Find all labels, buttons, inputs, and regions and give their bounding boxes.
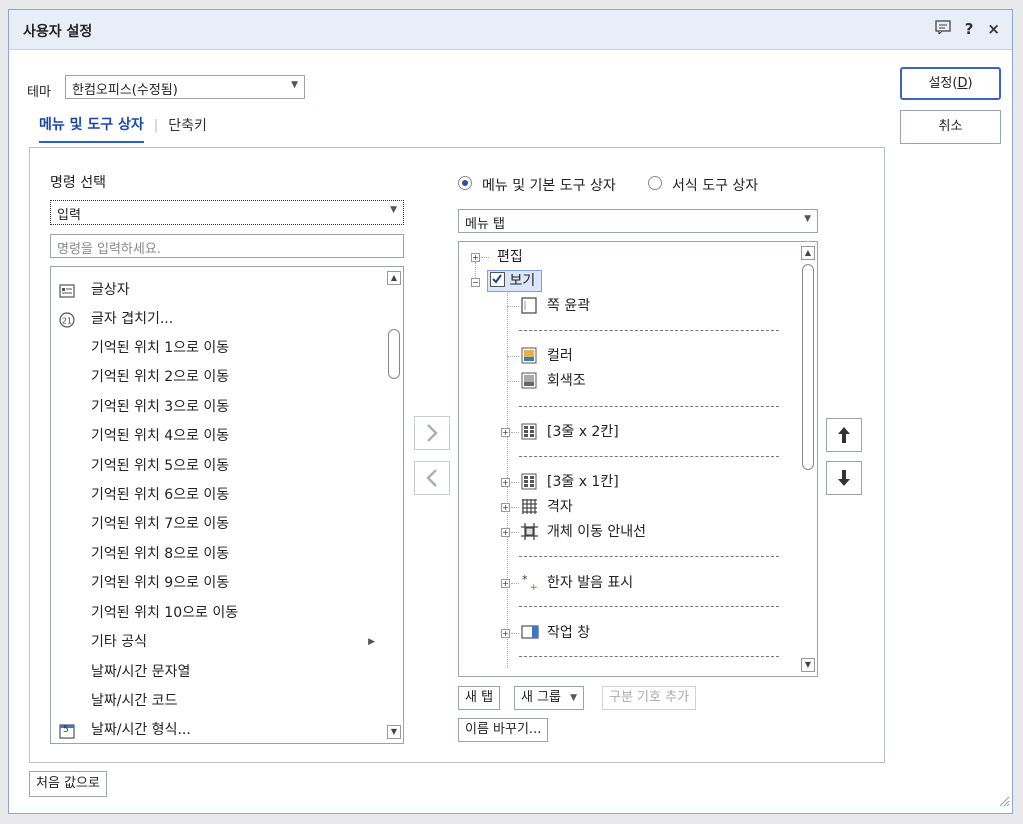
- radio-format-toolbox[interactable]: [648, 176, 662, 190]
- scroll-down-icon[interactable]: ▼: [387, 725, 401, 739]
- scroll-down-icon[interactable]: ▼: [801, 658, 815, 672]
- page-outline-icon: [521, 297, 537, 318]
- multi-page-icon: [521, 423, 537, 444]
- tree-separator: [519, 406, 779, 407]
- arrow-down-icon: [838, 470, 850, 486]
- comment-icon[interactable]: [935, 20, 951, 38]
- resize-grip-icon[interactable]: [998, 795, 1010, 811]
- tab-shortcuts[interactable]: 단축키: [168, 115, 207, 142]
- menu-tab-select[interactable]: 메뉴 탭 ▼: [458, 209, 818, 233]
- hanja-pronunciation-icon: * +: [521, 572, 539, 596]
- command-category-select[interactable]: 입력 ▼: [50, 200, 404, 225]
- tree-separator: [519, 456, 779, 457]
- cancel-button[interactable]: 취소: [900, 110, 1001, 144]
- svg-text:21: 21: [62, 317, 72, 326]
- tree-node-object-guide[interactable]: 개체 이동 안내선: [547, 520, 646, 544]
- tree-node-hanja[interactable]: 한자 발음 표시: [547, 571, 633, 595]
- ok-button[interactable]: 설정(D): [900, 67, 1001, 100]
- add-separator-button: 구분 기호 추가: [602, 686, 697, 710]
- scroll-thumb[interactable]: [388, 329, 400, 379]
- menu-tree-scrollbar[interactable]: ▲ ▼: [799, 242, 817, 676]
- expand-icon[interactable]: +: [501, 528, 510, 537]
- task-pane-icon: [521, 624, 539, 644]
- radio-format-toolbox-label: 서식 도구 상자: [672, 178, 759, 194]
- chevron-down-icon: ▼: [804, 214, 811, 224]
- rename-button[interactable]: 이름 바꾸기...: [458, 718, 549, 742]
- tab-strip: 메뉴 및 도구 상자 | 단축키: [39, 114, 207, 143]
- svg-text:*: *: [522, 573, 528, 586]
- tree-node-color[interactable]: 컬러: [547, 344, 573, 368]
- dialog-title: 사용자 설정: [23, 24, 93, 40]
- grayscale-icon: [521, 372, 537, 393]
- radio-menu-toolbox[interactable]: [458, 176, 472, 190]
- main-panel: 명령 선택 입력 ▼ 명령을 입력하세요. 글상자 21 글자 겹치기... 기…: [29, 147, 885, 763]
- guide-lines-icon: [521, 523, 538, 544]
- list-item[interactable]: 기타 공식 ▶: [59, 629, 375, 655]
- collapse-icon[interactable]: −: [471, 278, 480, 287]
- chevron-down-icon: ▼: [291, 80, 298, 90]
- close-icon[interactable]: ×: [987, 20, 1000, 38]
- add-command-button[interactable]: [414, 416, 450, 450]
- command-list-scrollbar[interactable]: ▲ ▼: [385, 267, 403, 743]
- expand-icon[interactable]: +: [501, 579, 510, 588]
- tree-separator: [519, 656, 779, 657]
- move-up-button[interactable]: [826, 418, 862, 452]
- chevron-down-icon: ▼: [390, 205, 397, 215]
- expand-icon[interactable]: +: [501, 428, 510, 437]
- tree-node-page-outline[interactable]: 쪽 윤곽: [547, 294, 590, 318]
- new-tab-button[interactable]: 새 탭: [458, 686, 501, 710]
- multi-page-icon: [521, 473, 537, 494]
- svg-text:+: +: [530, 583, 538, 592]
- color-view-icon: [521, 347, 537, 368]
- new-group-button[interactable]: 새 그룹 ▼: [514, 686, 585, 710]
- help-icon[interactable]: ?: [965, 20, 974, 38]
- expand-icon[interactable]: +: [501, 503, 510, 512]
- menu-tree[interactable]: + 편집 − 보기 쪽 윤곽 컬러 회색조 + [3줄 x 2칸] + [3줄 …: [458, 241, 818, 677]
- textbox-icon: [59, 282, 75, 298]
- remove-command-button[interactable]: [414, 461, 450, 495]
- reset-defaults-button[interactable]: 처음 값으로: [29, 771, 107, 797]
- checkbox-checked-icon[interactable]: [490, 272, 505, 287]
- command-search-input[interactable]: 명령을 입력하세요.: [50, 234, 404, 258]
- tree-node-layout-3x1[interactable]: [3줄 x 1칸]: [547, 470, 619, 494]
- calendar-icon: 5: [59, 722, 75, 739]
- expand-icon[interactable]: +: [471, 253, 480, 262]
- tree-node-grid[interactable]: 격자: [547, 495, 573, 519]
- arrow-up-icon: [838, 427, 850, 443]
- theme-value: 한컴오피스(수정됨): [72, 83, 178, 98]
- tab-divider: |: [153, 117, 159, 133]
- tree-node-grayscale[interactable]: 회색조: [547, 369, 586, 393]
- title-bar: 사용자 설정 ? ×: [9, 10, 1012, 50]
- custom-settings-dialog: 사용자 설정 ? × 테마 한컴오피스(수정됨) ▼ 메뉴 및 도구 상자 | …: [8, 9, 1013, 814]
- expand-icon[interactable]: +: [501, 478, 510, 487]
- tree-separator: [519, 606, 779, 607]
- submenu-arrow-icon: ▶: [368, 637, 375, 647]
- scroll-up-icon[interactable]: ▲: [801, 246, 815, 260]
- chevron-down-icon: ▼: [570, 693, 578, 703]
- tree-separator: [519, 330, 779, 331]
- chevron-left-icon: [426, 469, 437, 487]
- tree-node-task-pane[interactable]: 작업 창: [547, 621, 590, 645]
- expand-icon[interactable]: +: [501, 629, 510, 638]
- char-overlap-icon: 21: [59, 311, 75, 328]
- scroll-up-icon[interactable]: ▲: [387, 271, 401, 285]
- theme-select[interactable]: 한컴오피스(수정됨) ▼: [65, 75, 305, 99]
- move-down-button[interactable]: [826, 461, 862, 495]
- tree-node-layout-3x2[interactable]: [3줄 x 2칸]: [547, 420, 619, 444]
- tab-menu-toolbox[interactable]: 메뉴 및 도구 상자: [39, 114, 144, 143]
- command-list[interactable]: 글상자 21 글자 겹치기... 기억된 위치 1으로 이동 기억된 위치 2으…: [50, 266, 404, 744]
- scroll-thumb[interactable]: [802, 264, 814, 470]
- radio-menu-toolbox-label: 메뉴 및 기본 도구 상자: [482, 178, 616, 194]
- command-select-header: 명령 선택: [50, 175, 106, 191]
- tree-separator: [519, 556, 779, 557]
- theme-label: 테마: [27, 85, 51, 100]
- grid-icon: [521, 498, 538, 519]
- tree-node-view[interactable]: 보기: [487, 270, 543, 292]
- chevron-right-icon: [427, 424, 438, 442]
- tree-node-edit[interactable]: 편집: [497, 245, 523, 269]
